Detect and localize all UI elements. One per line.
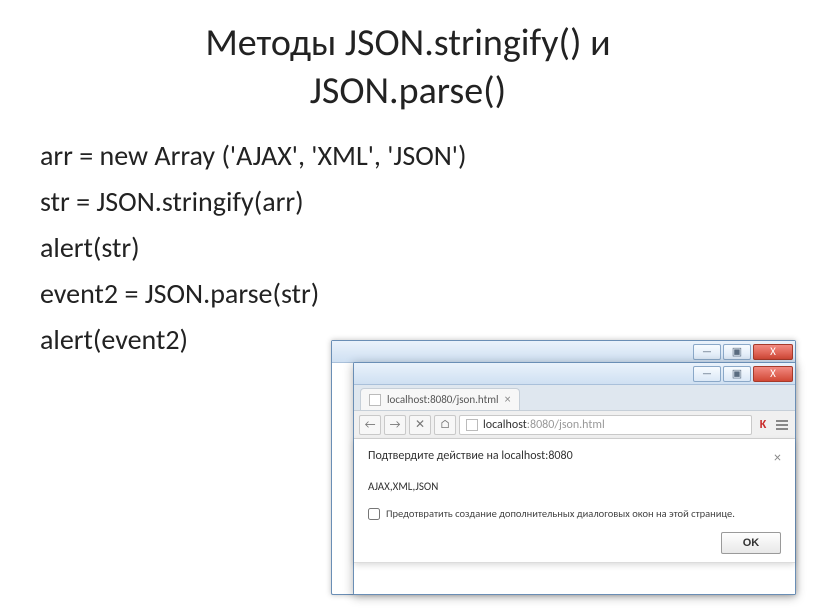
code-line: event2 = JSON.parse(str) — [40, 273, 776, 315]
address-bar: ← → ✕ ⌂ localhost:8080/json.html K — [354, 411, 795, 439]
kaspersky-icon[interactable]: K — [755, 417, 771, 433]
suppress-dialogs-label: Предотвратить создание дополнительных ди… — [386, 507, 735, 520]
maximize-button-back[interactable]: ▣ — [723, 344, 751, 360]
url-host: localhost — [483, 418, 527, 432]
suppress-dialogs-checkbox-row[interactable]: Предотвратить создание дополнительных ди… — [368, 507, 781, 520]
code-line: alert(str) — [40, 227, 776, 269]
url-favicon-icon — [466, 419, 478, 431]
nav-forward-button[interactable]: → — [384, 415, 406, 435]
browser-tab[interactable]: localhost:8080/json.html × — [360, 388, 520, 410]
dialog-ok-button[interactable]: OK — [721, 532, 781, 554]
minimize-button-back[interactable]: — — [693, 344, 721, 360]
suppress-dialogs-checkbox[interactable] — [368, 508, 380, 520]
url-path: :8080/json.html — [527, 418, 605, 432]
dialog-message: AJAX,XML,JSON — [368, 480, 781, 493]
tab-close-icon[interactable]: × — [505, 393, 511, 407]
page-viewport: Подтвердите действие на localhost:8080 ×… — [354, 439, 795, 594]
url-input[interactable]: localhost:8080/json.html — [459, 415, 752, 435]
favicon-icon — [369, 394, 381, 406]
close-button-back[interactable]: X — [753, 344, 793, 360]
menu-icon[interactable] — [774, 417, 790, 433]
slide-body: arr = new Array ('AJAX', 'XML', 'JSON') … — [0, 125, 816, 375]
title-line-1: Методы JSON.stringify() и — [205, 20, 610, 66]
dialog-title: Подтвердите действие на localhost:8080 — [368, 449, 573, 463]
titlebar-back: — ▣ X — [332, 341, 795, 363]
code-line: str = JSON.stringify(arr) — [40, 181, 776, 223]
slide-title: Методы JSON.stringify() и JSON.parse() — [0, 0, 816, 125]
dialog-close-icon[interactable]: × — [774, 449, 781, 466]
title-line-2: JSON.parse() — [310, 68, 506, 114]
nav-back-button[interactable]: ← — [359, 415, 381, 435]
tab-bar: localhost:8080/json.html × — [354, 385, 795, 411]
javascript-alert-dialog: Подтвердите действие на localhost:8080 ×… — [354, 439, 795, 563]
close-button[interactable]: X — [753, 366, 793, 382]
tab-title: localhost:8080/json.html — [387, 393, 499, 406]
maximize-button[interactable]: ▣ — [723, 366, 751, 382]
code-line: arr = new Array ('AJAX', 'XML', 'JSON') — [40, 135, 776, 177]
titlebar-front: — ▣ X — [354, 363, 795, 385]
window-stack: — ▣ X — ▣ X localhost:8080/json.html × ←… — [331, 340, 796, 595]
browser-window: — ▣ X localhost:8080/json.html × ← → ✕ ⌂… — [353, 362, 796, 595]
nav-home-button[interactable]: ⌂ — [434, 415, 456, 435]
minimize-button[interactable]: — — [693, 366, 721, 382]
nav-reload-button[interactable]: ✕ — [409, 415, 431, 435]
